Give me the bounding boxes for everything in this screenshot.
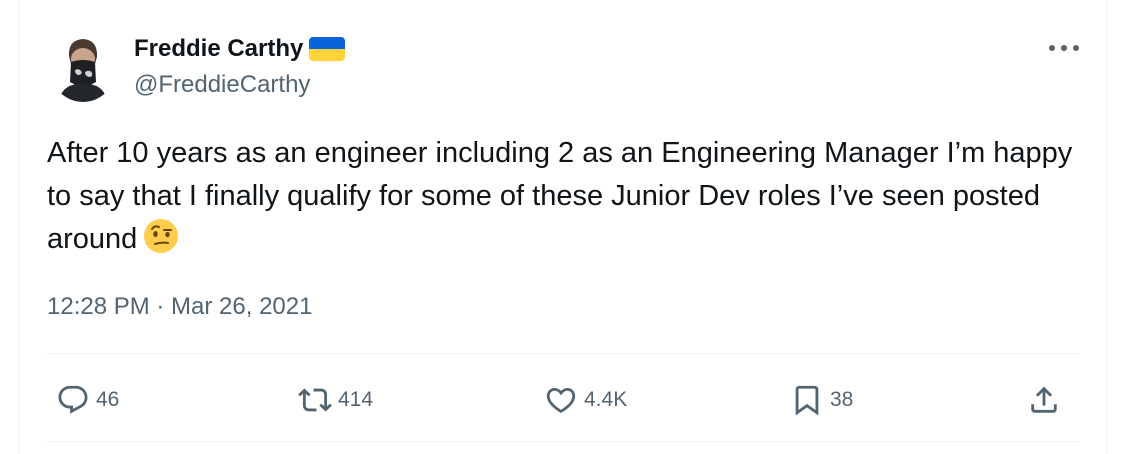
author-row: Freddie Carthy — [134, 33, 346, 65]
bookmark-count: 38 — [830, 388, 854, 411]
share-icon — [1031, 386, 1057, 413]
like-button[interactable]: 4.4K — [544, 380, 627, 420]
author-handle[interactable]: @FreddieCarthy — [134, 69, 310, 101]
author-display-name[interactable]: Freddie Carthy — [134, 33, 303, 65]
flag-blue-stripe — [309, 37, 346, 49]
ukraine-flag-icon — [309, 37, 346, 61]
retweet-button[interactable]: 414 — [298, 380, 373, 420]
more-options-button[interactable] — [1044, 36, 1084, 60]
retweet-count: 414 — [338, 388, 374, 411]
share-button[interactable] — [1027, 380, 1061, 420]
reply-count: 46 — [96, 388, 120, 411]
flag-yellow-stripe — [309, 49, 346, 61]
more-dots-icon — [1049, 45, 1079, 51]
divider-top — [47, 353, 1079, 354]
bookmark-icon — [795, 385, 819, 416]
tweet-body: After 10 years as an engineer including … — [47, 137, 1073, 255]
reply-button[interactable]: 46 — [56, 380, 119, 420]
reply-icon — [58, 385, 88, 414]
avatar[interactable] — [49, 30, 117, 102]
retweet-icon — [298, 388, 332, 412]
like-count: 4.4K — [584, 388, 628, 411]
heart-icon — [546, 387, 576, 413]
divider-bottom — [47, 441, 1079, 442]
tweet-text: After 10 years as an engineer including … — [47, 132, 1087, 261]
face-with-raised-eyebrow-emoji — [143, 218, 179, 254]
tweet-timestamp[interactable]: 12:28 PM · Mar 26, 2021 — [47, 290, 312, 324]
bookmark-button[interactable]: 38 — [790, 380, 853, 420]
avatar-image — [49, 30, 117, 102]
